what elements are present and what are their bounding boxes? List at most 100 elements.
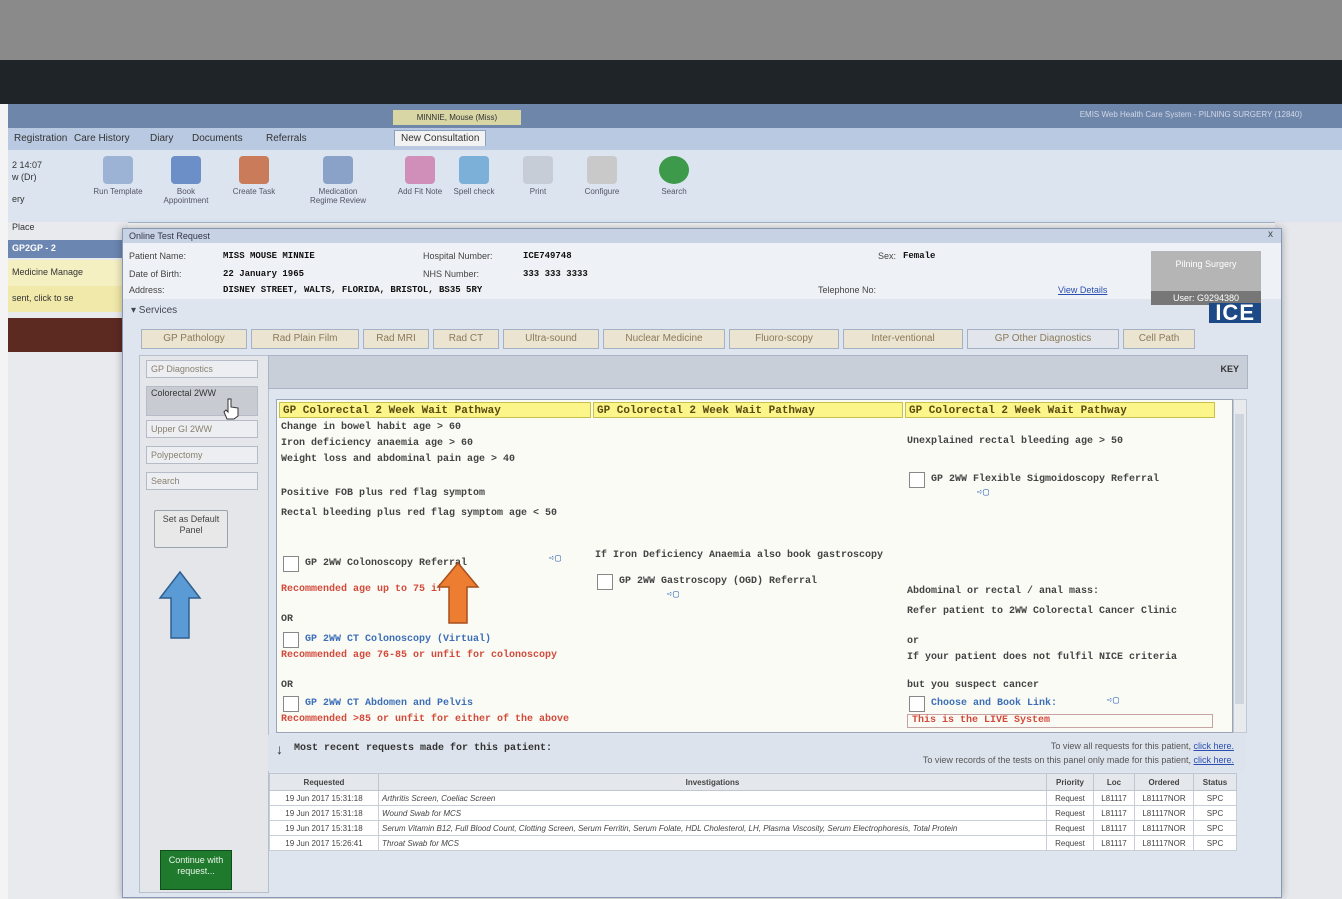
spell-check-icon (459, 156, 489, 184)
outer-menu: Registration Care History Diary Document… (8, 128, 1342, 150)
fit-note-icon (405, 156, 435, 184)
key-button[interactable]: KEY (1220, 364, 1239, 374)
app-title: EMIS Web Health Care System - PILNING SU… (1079, 110, 1302, 119)
spell-check-button[interactable]: Spell check (444, 156, 504, 196)
ct-colonoscopy-checkbox[interactable] (283, 632, 299, 648)
side-item-polypectomy[interactable]: Polypectomy (146, 446, 258, 464)
gear-icon (587, 156, 617, 184)
collapse-icon[interactable]: ↓ (276, 741, 283, 757)
online-test-request-dialog: Online Test Request x Patient Name: MISS… (122, 228, 1282, 898)
choose-and-book-link[interactable]: Choose and Book Link: (931, 698, 1057, 710)
patient-details: Patient Name: MISS MOUSE MINNIE Date of … (123, 243, 1281, 305)
live-system-notice: This is the LIVE System (907, 714, 1213, 728)
create-task-button[interactable]: Create Task (224, 156, 284, 196)
table-row[interactable]: 19 Jun 2017 15:31:18 Wound Swab for MCS … (269, 805, 1237, 821)
tab-cell-path[interactable]: Cell Path (1123, 329, 1195, 349)
tab-gp-other-diagnostics[interactable]: GP Other Diagnostics (967, 329, 1119, 349)
background-blue-band: GP2GP - 2 (8, 240, 124, 258)
scrollbar-thumb[interactable] (1235, 414, 1244, 704)
template-icon (103, 156, 133, 184)
user-box: Pilning Surgery User: G9294380 (1151, 251, 1261, 305)
tab-nuclear-medicine[interactable]: Nuclear Medicine (603, 329, 725, 349)
table-row[interactable]: 19 Jun 2017 15:26:41 Throat Swab for MCS… (269, 835, 1237, 851)
ct-colonoscopy-label: GP 2WW CT Colonoscopy (Virtual) (305, 634, 492, 645)
side-item-gp-diagnostics[interactable]: GP Diagnostics (146, 360, 258, 378)
tab-ultrasound[interactable]: Ultra-sound (503, 329, 599, 349)
choose-and-book-checkbox[interactable] (909, 696, 925, 712)
side-item-upper-gi-2ww[interactable]: Upper GI 2WW (146, 420, 258, 438)
tab-fluoroscopy[interactable]: Fluoro-scopy (729, 329, 839, 349)
patient-address: DISNEY STREET, WALTS, FLORIDA, BRISTOL, … (223, 285, 483, 295)
tab-gp-pathology[interactable]: GP Pathology (141, 329, 247, 349)
tab-rad-mri[interactable]: Rad MRI (363, 329, 429, 349)
service-tabs: GP Pathology Rad Plain Film Rad MRI Rad … (141, 329, 1261, 349)
info-icon[interactable]: ➪▢ (549, 554, 561, 566)
content-scrollbar[interactable] (1233, 399, 1247, 733)
blue-up-arrow-icon (158, 570, 202, 639)
menu-care-history[interactable]: Care History (74, 133, 130, 144)
recent-requests-title: Most recent requests made for this patie… (294, 743, 553, 754)
menu-registration[interactable]: Registration (14, 133, 67, 144)
globe-icon (659, 156, 689, 184)
dialog-title: Online Test Request (123, 229, 1281, 243)
add-fit-note-button[interactable]: Add Fit Note (390, 156, 450, 196)
click-here-all-link[interactable]: click here. (1193, 741, 1234, 751)
patient-name: MISS MOUSE MINNIE (223, 251, 315, 261)
patient-tab[interactable]: MINNIE, Mouse (Miss) (393, 110, 521, 125)
pathway-header-3: GP Colorectal 2 Week Wait Pathway (905, 402, 1215, 418)
search-button[interactable]: Search (644, 156, 704, 196)
ct-abdomen-checkbox[interactable] (283, 696, 299, 712)
close-icon[interactable]: x (1268, 229, 1273, 240)
info-icon[interactable]: ➪▢ (667, 590, 679, 602)
monitor-bezel (0, 60, 1342, 104)
menu-documents[interactable]: Documents (192, 133, 243, 144)
calendar-icon (171, 156, 201, 184)
menu-diary[interactable]: Diary (150, 133, 173, 144)
services-toggle[interactable]: ▾ Services (131, 305, 1131, 319)
table-row[interactable]: 19 Jun 2017 15:31:18 Serum Vitamin B12, … (269, 820, 1237, 836)
print-button[interactable]: Print (508, 156, 568, 196)
side-item-search[interactable]: Search (146, 472, 258, 490)
click-here-panel-link[interactable]: click here. (1193, 755, 1234, 765)
table-row[interactable]: 19 Jun 2017 15:31:18 Arthritis Screen, C… (269, 790, 1237, 806)
ribbon-toolbar: Run Template Book Appointment Create Tas… (8, 150, 1342, 223)
book-appointment-button[interactable]: Book Appointment (156, 156, 216, 205)
configure-button[interactable]: Configure (572, 156, 632, 196)
medication-icon (323, 156, 353, 184)
printer-icon (523, 156, 553, 184)
outer-titlebar: MINNIE, Mouse (Miss) EMIS Web Health Car… (8, 104, 1342, 128)
task-icon (239, 156, 269, 184)
requests-table: Requested Investigations Priority Loc Or… (269, 773, 1237, 851)
patient-sex: Female (903, 251, 936, 261)
colonoscopy-referral-label: GP 2WW Colonoscopy Referral (305, 558, 468, 569)
colorectal-pathway-panel: GP Colorectal 2 Week Wait Pathway GP Col… (276, 399, 1233, 733)
set-default-panel-button[interactable]: Set as Default Panel (154, 510, 228, 548)
ct-abdomen-label: GP 2WW CT Abdomen and Pelvis (305, 698, 474, 709)
tab-rad-plain-film[interactable]: Rad Plain Film (251, 329, 359, 349)
view-details-link[interactable]: View Details (1058, 285, 1107, 295)
hand-cursor-icon (223, 398, 239, 420)
run-template-button[interactable]: Run Template (88, 156, 148, 196)
photo-background (0, 0, 1342, 60)
menu-referrals[interactable]: Referrals (266, 133, 307, 144)
hospital-number: ICE749748 (523, 251, 572, 261)
colonoscopy-checkbox[interactable] (283, 556, 299, 572)
menu-new-consultation[interactable]: New Consultation (394, 130, 487, 146)
view-panel-requests: To view records of the tests on this pan… (922, 755, 1234, 765)
key-bar: KEY (268, 355, 1248, 389)
recent-requests-bar: ↓ Most recent requests made for this pat… (268, 735, 1246, 771)
medication-review-button[interactable]: Medication Regime Review (308, 156, 368, 205)
tab-rad-ct[interactable]: Rad CT (433, 329, 499, 349)
info-icon[interactable]: ➪▢ (977, 488, 989, 500)
info-icon[interactable]: ➪▢ (1107, 696, 1119, 708)
continue-with-request-button[interactable]: Continue with request... (160, 850, 232, 890)
gastroscopy-referral-label: GP 2WW Gastroscopy (OGD) Referral (619, 576, 818, 587)
ice-logo: ICE (1209, 302, 1261, 324)
view-all-requests: To view all requests for this patient, c… (1050, 741, 1234, 751)
nhs-number: 333 333 3333 (523, 269, 588, 279)
tab-interventional[interactable]: Inter-ventional (843, 329, 963, 349)
sigmoidoscopy-referral-label: GP 2WW Flexible Sigmoidoscopy Referral (931, 474, 1160, 485)
patient-dob: 22 January 1965 (223, 269, 305, 279)
pathway-header-2: GP Colorectal 2 Week Wait Pathway (593, 402, 903, 418)
pathway-header-1: GP Colorectal 2 Week Wait Pathway (279, 402, 591, 418)
